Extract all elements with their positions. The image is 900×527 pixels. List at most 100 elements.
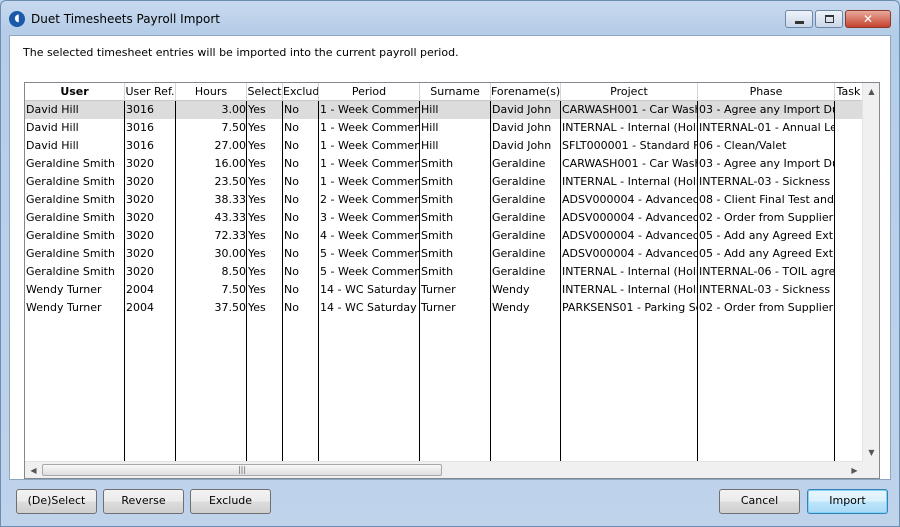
table-cell: Yes [248, 211, 266, 224]
column-header[interactable]: Phase [698, 83, 835, 100]
table-row[interactable]: Geraldine Smith 3020 8.50 Yes No 5 - Week Com… [25, 263, 863, 281]
table-cell: Smith [421, 229, 454, 242]
table-cell: Geraldine [492, 229, 546, 242]
column-header[interactable]: User [25, 83, 125, 100]
table-cell: David John [492, 121, 552, 134]
table-cell: Smith [421, 247, 454, 260]
table-cell: 2004 [126, 283, 154, 296]
vertical-scrollbar[interactable]: ▲ ▼ [862, 83, 879, 461]
table-cell [835, 137, 863, 155]
minimize-button[interactable] [785, 10, 813, 28]
table-cell: No [284, 229, 299, 242]
table-cell: David Hill [26, 103, 79, 116]
table-cell: Geraldine Smith [26, 211, 115, 224]
table-cell: CARWASH001 - Car Washin [562, 157, 698, 170]
table-cell: 3020 [126, 229, 154, 242]
table-cell: Yes [248, 283, 266, 296]
import-button[interactable]: Import [807, 489, 888, 514]
table-cell: No [284, 193, 299, 206]
exclude-button[interactable]: Exclude [190, 489, 271, 514]
table-row[interactable]: David Hill 3016 7.50Yes No 1 - Week Commenci… [25, 119, 863, 137]
column-header[interactable]: User Ref. [125, 83, 176, 100]
table-cell: Geraldine Smith [26, 229, 115, 242]
table-cell: INTERNAL-06 - TOIL agreem [699, 265, 835, 278]
table-cell: Wendy [492, 301, 530, 314]
table-cell: Hill [421, 121, 439, 134]
cancel-button[interactable]: Cancel [719, 489, 800, 514]
maximize-button[interactable] [815, 10, 843, 28]
table-cell: Geraldine [492, 175, 546, 188]
table-cell [835, 209, 863, 227]
table-cell: Geraldine [492, 265, 546, 278]
table-cell: 3016 [126, 139, 154, 152]
table-row[interactable]: Geraldine Smith 3020 30.00 Yes No 5 - Week Co… [25, 245, 863, 263]
table-cell: 1 - Week Commencin [320, 175, 420, 188]
table-cell: Smith [421, 265, 454, 278]
column-header[interactable]: Task [835, 83, 863, 100]
table-row[interactable]: Geraldine Smith 3020 23.50 Yes No 1 - Week Co… [25, 173, 863, 191]
table-cell: 05 - Add any Agreed Extras [699, 247, 835, 260]
scrollbar-corner [862, 461, 879, 478]
title-bar[interactable]: ◖ Duet Timesheets Payroll Import ✕ [1, 1, 899, 35]
close-button[interactable]: ✕ [845, 10, 891, 28]
horizontal-scrollbar[interactable]: ◀ ||| ▶ [25, 461, 863, 478]
scroll-right-icon[interactable]: ▶ [846, 462, 863, 478]
table-cell: 02 - Order from Supplier [699, 301, 834, 314]
table-cell: Geraldine Smith [26, 175, 115, 188]
table-cell: Turner [421, 301, 456, 314]
table-cell [835, 119, 863, 137]
column-header[interactable]: Hours [176, 83, 247, 100]
table-cell: 1 - Week Commencin [320, 157, 420, 170]
table-cell: 3.00 [221, 103, 247, 116]
column-header[interactable]: Project [561, 83, 698, 100]
table-cell: No [284, 211, 299, 224]
table-row[interactable]: Wendy Turner 2004 7.50 Yes No 14 - WC Saturda… [25, 281, 863, 299]
table-cell: 3020 [126, 265, 154, 278]
column-divider [246, 101, 247, 461]
reverse-button[interactable]: Reverse [103, 489, 184, 514]
column-header[interactable]: Period [319, 83, 420, 100]
scroll-down-icon[interactable]: ▼ [863, 444, 879, 461]
table-cell: INTERNAL-03 - Sickness [699, 175, 831, 188]
table-cell: No [284, 121, 299, 134]
timesheet-grid[interactable]: UserUser Ref.HoursSelectExcludePeriodSur… [24, 82, 880, 479]
scroll-up-icon[interactable]: ▲ [863, 83, 879, 100]
table-cell: Yes [248, 265, 266, 278]
grid-body[interactable]: David Hill 3016 3.00 Yes No 1 - Week Commenci… [25, 101, 863, 461]
column-header[interactable]: Exclude [283, 83, 319, 100]
table-cell: 03 - Agree any Import Duties [699, 103, 835, 116]
table-cell: INTERNAL - Internal (Holiday [562, 283, 698, 296]
column-header[interactable]: Select [247, 83, 283, 100]
table-cell: 72.33 [214, 229, 247, 242]
table-row[interactable]: David Hill 3016 3.00Yes No 1 - Week Commenci… [25, 101, 863, 119]
table-row[interactable]: Geraldine Smith 3020 38.33 Yes No 2 - Week Co… [25, 191, 863, 209]
column-header[interactable]: Forename(s) [491, 83, 561, 100]
table-row[interactable]: Geraldine Smith 3020 72.33 Yes No 4 - Week Co… [25, 227, 863, 245]
table-cell: Yes [248, 301, 266, 314]
table-cell: 4 - Week Commencin [320, 229, 420, 242]
scroll-left-icon[interactable]: ◀ [25, 462, 42, 478]
table-cell: Geraldine Smith [26, 265, 115, 278]
table-cell: 16.00 [214, 157, 247, 170]
table-row[interactable]: Wendy Turner 2004 37.50 Yes No 14 - WC Saturd… [25, 299, 863, 317]
table-cell: 3020 [126, 193, 154, 206]
column-header[interactable]: Surname [420, 83, 491, 100]
table-cell: No [284, 247, 299, 260]
table-cell: 5 - Week Commencin [320, 247, 420, 260]
table-cell: Geraldine [492, 157, 546, 170]
table-row[interactable]: David Hill 3016 27.00Yes No 1 - Week Commenc… [25, 137, 863, 155]
table-cell: Turner [421, 283, 456, 296]
horizontal-scroll-thumb[interactable]: ||| [42, 464, 442, 476]
table-row[interactable]: Geraldine Smith 3020 43.33 Yes No 3 - Week Co… [25, 209, 863, 227]
table-cell: No [284, 139, 299, 152]
table-cell [835, 155, 863, 173]
maximize-icon [825, 15, 834, 23]
table-cell: INTERNAL - Internal (Holiday [562, 175, 698, 188]
table-cell: 02 - Order from Supplier [699, 211, 834, 224]
window-title: Duet Timesheets Payroll Import [31, 12, 220, 26]
table-cell: David John [492, 103, 552, 116]
deselect-button[interactable]: (De)Select [16, 489, 97, 514]
table-row[interactable]: Geraldine Smith 3020 16.00 Yes No 1 - Week Co… [25, 155, 863, 173]
table-cell [835, 227, 863, 245]
duet-app-icon: ◖ [9, 11, 25, 27]
